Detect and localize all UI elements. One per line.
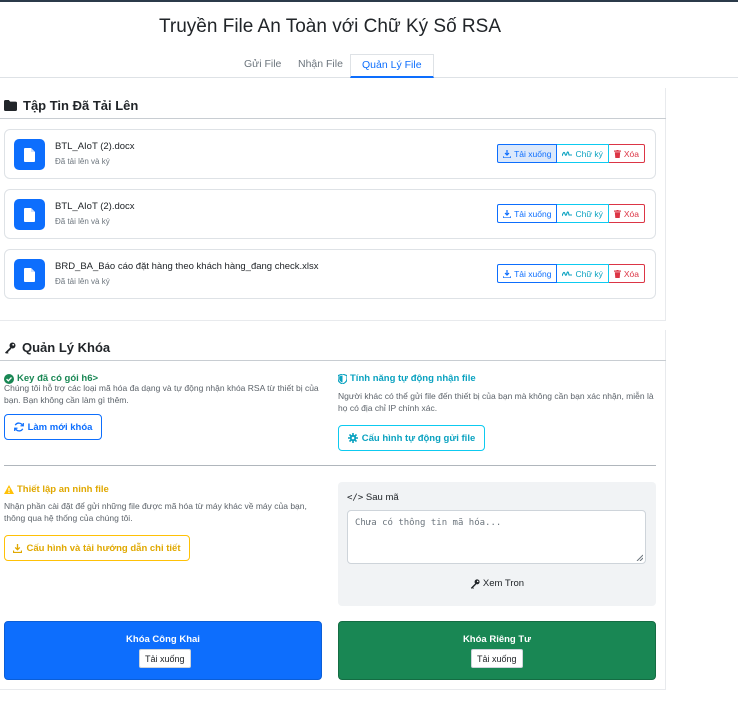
download-icon xyxy=(503,209,512,218)
file-status: Đã tải lên và ký xyxy=(55,217,110,226)
delete-button[interactable]: Xóa xyxy=(608,264,645,283)
security-setup-label: Thiết lập an ninh file xyxy=(17,484,109,495)
shield-icon xyxy=(338,373,347,384)
delete-button[interactable]: Xóa xyxy=(608,144,645,163)
download-button[interactable]: Tải xuống xyxy=(497,264,558,283)
divider xyxy=(4,465,656,466)
file-icon xyxy=(14,259,45,290)
key-icon xyxy=(470,578,480,589)
uploaded-files-card: Tập Tin Đã Tải Lên BTL_AIoT (2).docx Đã … xyxy=(0,88,666,321)
file-actions: Tải xuống Chữ ký Xóa xyxy=(497,204,645,223)
code-panel: </> Sau mã Chưa có thông tin mã hóa... X… xyxy=(338,482,656,606)
file-item: BRD_BA_Báo cáo đặt hàng theo khách hàng_… xyxy=(4,249,656,299)
private-key-box: Khóa Riêng Tư Tải xuống xyxy=(338,621,656,680)
encryption-info-textarea[interactable]: Chưa có thông tin mã hóa... xyxy=(347,510,646,564)
signature-button[interactable]: Chữ ký xyxy=(557,144,609,163)
auto-receive-title: Tính năng tự động nhận file xyxy=(338,373,476,384)
public-key-title: Khóa Công Khai xyxy=(126,634,200,645)
file-status: Đã tải lên và ký xyxy=(55,277,110,286)
trash-icon xyxy=(613,209,621,218)
key-status-desc: Chúng tôi hỗ trợ các loại mã hóa đa dạng… xyxy=(4,383,319,405)
tab-receive-file[interactable]: Nhận File xyxy=(298,58,343,70)
signature-label: Chữ ký xyxy=(575,268,603,279)
resize-handle-icon[interactable] xyxy=(636,554,643,561)
sync-icon xyxy=(13,422,24,432)
divider xyxy=(0,360,666,361)
configure-auto-send-label: Cấu hình tự động gửi file xyxy=(361,432,476,444)
key-management-title: Quản Lý Khóa xyxy=(22,340,111,355)
security-setup-desc: Nhận phần cài đặt để gửi những file được… xyxy=(4,501,307,523)
warning-icon xyxy=(4,485,14,494)
file-item: BTL_AIoT (2).docx Đã tải lên và ký Tải x… xyxy=(4,129,656,179)
view-raw-button[interactable]: Xem Tron xyxy=(338,578,656,589)
signature-icon xyxy=(562,270,573,276)
configure-download-guide-label: Cấu hình và tải hướng dẫn chi tiết xyxy=(26,542,181,554)
download-public-key-button[interactable]: Tải xuống xyxy=(139,649,191,668)
signature-icon xyxy=(562,210,573,216)
download-icon xyxy=(503,269,512,278)
file-icon xyxy=(14,139,45,170)
download-label: Tải xuống xyxy=(514,268,552,279)
security-setup-title: Thiết lập an ninh file xyxy=(4,484,109,495)
delete-button[interactable]: Xóa xyxy=(608,204,645,223)
gear-icon xyxy=(347,433,358,443)
code-icon: </> xyxy=(347,493,364,503)
download-button[interactable]: Tải xuống xyxy=(497,204,558,223)
code-label-text: Sau mã xyxy=(365,492,399,503)
file-name: BTL_AIoT (2).docx xyxy=(55,201,135,212)
download-button[interactable]: Tải xuống xyxy=(497,144,558,163)
download-icon xyxy=(503,149,512,158)
download-private-key-button[interactable]: Tải xuống xyxy=(471,649,523,668)
top-border xyxy=(0,0,738,2)
code-label: </> Sau mã xyxy=(347,492,399,503)
download-label: Tải xuống xyxy=(514,208,552,219)
download-icon xyxy=(13,543,23,553)
private-key-title: Khóa Riêng Tư xyxy=(462,634,532,645)
trash-icon xyxy=(613,149,621,158)
divider xyxy=(0,118,666,119)
key-icon xyxy=(5,342,16,354)
page-title: Truyền File An Toàn với Chữ Ký Số RSA xyxy=(159,16,501,37)
signature-label: Chữ ký xyxy=(575,208,603,219)
file-name: BTL_AIoT (2).docx xyxy=(55,141,135,152)
file-status: Đã tải lên và ký xyxy=(55,157,110,166)
signature-icon xyxy=(562,150,573,156)
encryption-info-placeholder: Chưa có thông tin mã hóa... xyxy=(355,518,502,528)
download-label: Tải xuống xyxy=(514,148,552,159)
delete-label: Xóa xyxy=(623,148,639,159)
uploaded-files-title: Tập Tin Đã Tải Lên xyxy=(23,98,139,113)
auto-receive-desc: Người khác có thể gửi file đến thiết bị … xyxy=(338,391,654,413)
view-raw-label: Xem Tron xyxy=(482,578,525,589)
delete-label: Xóa xyxy=(623,208,639,219)
configure-download-guide-button[interactable]: Cấu hình và tải hướng dẫn chi tiết xyxy=(4,535,190,561)
refresh-key-label: Làm mới khóa xyxy=(27,421,93,433)
file-actions: Tải xuống Chữ ký Xóa xyxy=(497,264,645,283)
key-management-heading: Quản Lý Khóa xyxy=(4,340,110,355)
auto-receive-label: Tính năng tự động nhận file xyxy=(350,373,476,384)
delete-label: Xóa xyxy=(623,268,639,279)
refresh-key-button[interactable]: Làm mới khóa xyxy=(4,414,102,440)
folder-icon xyxy=(4,100,17,111)
signature-button[interactable]: Chữ ký xyxy=(557,264,609,283)
file-actions: Tải xuống Chữ ký Xóa xyxy=(497,144,645,163)
file-icon xyxy=(14,199,45,230)
uploaded-files-heading: Tập Tin Đã Tải Lên xyxy=(4,98,138,113)
tab-send-file[interactable]: Gửi File xyxy=(244,58,281,70)
trash-icon xyxy=(613,269,621,278)
tab-bar: Gửi File Nhận File Quản Lý File xyxy=(0,54,738,78)
file-item: BTL_AIoT (2).docx Đã tải lên và ký Tải x… xyxy=(4,189,656,239)
signature-label: Chữ ký xyxy=(575,148,603,159)
tab-manage-file[interactable]: Quản Lý File xyxy=(350,54,434,78)
public-key-box: Khóa Công Khai Tải xuống xyxy=(4,621,322,680)
signature-button[interactable]: Chữ ký xyxy=(557,204,609,223)
file-name: BRD_BA_Báo cáo đặt hàng theo khách hàng_… xyxy=(55,261,319,272)
configure-auto-send-button[interactable]: Cấu hình tự động gửi file xyxy=(338,425,485,451)
